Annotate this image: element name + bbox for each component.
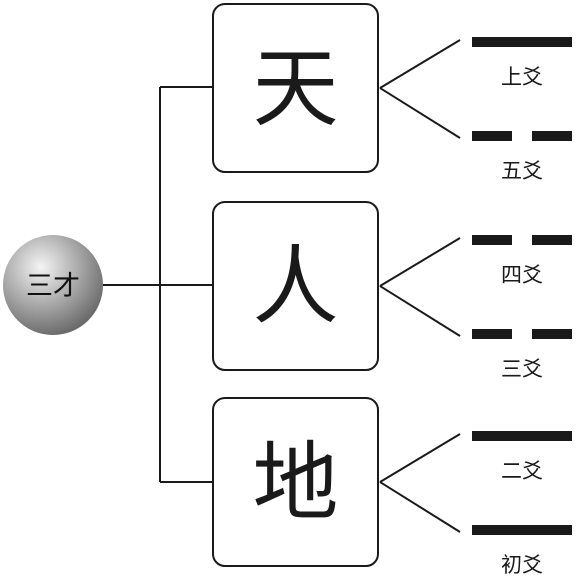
yao-solid-line (472, 431, 572, 441)
power-glyph-human: 人 (253, 237, 339, 337)
yao-label: 四爻 (501, 263, 543, 287)
yao-broken-line-right (532, 131, 572, 141)
yao-broken-line-right (532, 235, 572, 245)
fork-line-heaven-0 (379, 39, 461, 89)
fork-line-earth-0 (379, 433, 461, 483)
yao-label: 上爻 (501, 65, 543, 89)
yao-label: 三爻 (501, 357, 543, 381)
root-label: 三才 (26, 271, 80, 302)
yao-label: 二爻 (501, 459, 543, 483)
yao-label: 初爻 (501, 553, 543, 576)
yao-broken-line-left (472, 329, 512, 339)
three-powers-diagram: 三才 天 上爻五爻人 四爻三爻地 二爻初爻 (3, 3, 572, 576)
power-glyph-earth: 地 (253, 433, 339, 533)
power-glyph-heaven: 天 (253, 39, 339, 139)
yao-broken-line-left (472, 131, 512, 141)
fork-line-human-0 (379, 237, 461, 287)
yao-solid-line (472, 525, 572, 535)
fork-line-human-1 (379, 285, 461, 337)
fork-line-heaven-1 (379, 87, 461, 139)
fork-line-earth-1 (379, 481, 461, 533)
yao-solid-line (472, 37, 572, 47)
yao-broken-line-right (532, 329, 572, 339)
yao-label: 五爻 (501, 159, 543, 183)
yao-broken-line-left (472, 235, 512, 245)
